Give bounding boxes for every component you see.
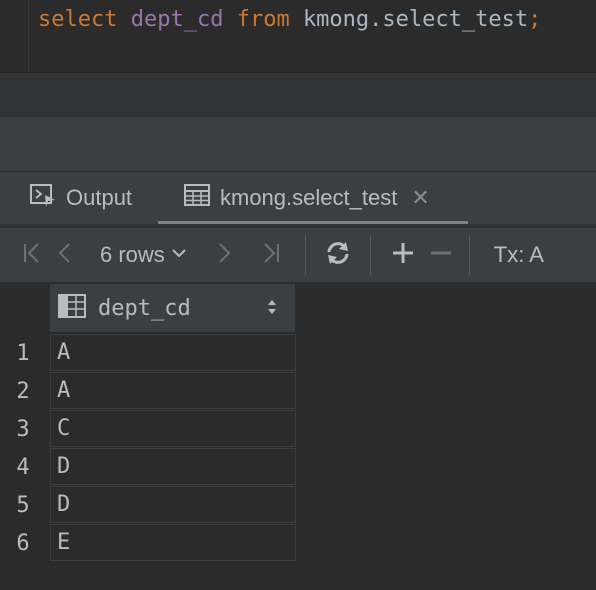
sort-icon[interactable]: [259, 298, 277, 321]
table-cell[interactable]: A: [50, 334, 296, 371]
refresh-icon: [325, 241, 351, 270]
table-cell[interactable]: D: [50, 448, 296, 485]
results-tab-bar: Output kmong.select_test ✕: [0, 172, 596, 224]
table-icon: [184, 184, 220, 212]
column-name: dept_cd: [130, 7, 224, 32]
console-icon: [30, 183, 66, 213]
chevron-left-icon: [57, 242, 71, 269]
chevron-down-icon: [171, 246, 187, 264]
row-number: 4: [16, 455, 30, 480]
last-page-icon: [261, 242, 281, 269]
transaction-mode-dropdown[interactable]: Tx: A: [494, 228, 544, 282]
close-icon[interactable]: ✕: [411, 185, 429, 211]
editor-status-strip: [0, 73, 596, 117]
row-number: 5: [16, 493, 30, 518]
table-name: kmong.select_test: [302, 7, 529, 32]
chevron-right-icon: [218, 242, 232, 269]
delete-row-button[interactable]: [421, 228, 461, 282]
row-number: 6: [16, 531, 30, 556]
tab-output[interactable]: Output: [0, 172, 158, 224]
panel-header-area: [0, 117, 596, 171]
row-number: 2: [16, 379, 30, 404]
sql-query-line[interactable]: select dept_cd from kmong.select_test;: [38, 4, 541, 36]
table-cell[interactable]: E: [50, 524, 296, 561]
tab-kmong-select-test[interactable]: kmong.select_test ✕: [158, 172, 468, 224]
tab-output-label: Output: [66, 185, 133, 210]
row-number: 3: [16, 417, 30, 442]
plus-icon: [392, 242, 414, 269]
table-cell[interactable]: C: [50, 410, 296, 447]
toolbar-separator: [468, 235, 470, 275]
editor-gutter: [28, 0, 29, 72]
keyword-from: from: [236, 7, 290, 32]
table-cell[interactable]: A: [50, 372, 296, 409]
tab-active-label: kmong.select_test: [220, 185, 398, 210]
minus-icon: [430, 242, 452, 269]
table-cell[interactable]: D: [50, 486, 296, 523]
next-page-button[interactable]: [205, 228, 245, 282]
keyword-select: select: [38, 7, 118, 32]
column-header-label: dept_cd: [98, 295, 191, 321]
transaction-mode-label: Tx: A: [493, 242, 544, 267]
row-count-dropdown[interactable]: 6 rows: [100, 228, 187, 282]
semicolon: ;: [528, 7, 542, 32]
results-toolbar: 6 rows Tx: A: [0, 228, 596, 282]
first-page-icon: [22, 242, 42, 269]
refresh-button[interactable]: [306, 228, 370, 282]
column-header-dept-cd[interactable]: dept_cd: [50, 284, 296, 332]
row-number: 1: [16, 341, 30, 366]
last-page-button[interactable]: [249, 228, 293, 282]
previous-page-button[interactable]: [42, 228, 86, 282]
column-icon: [50, 293, 88, 323]
sql-editor[interactable]: select dept_cd from kmong.select_test;: [0, 0, 596, 72]
row-count-label: 6 rows: [100, 242, 165, 267]
